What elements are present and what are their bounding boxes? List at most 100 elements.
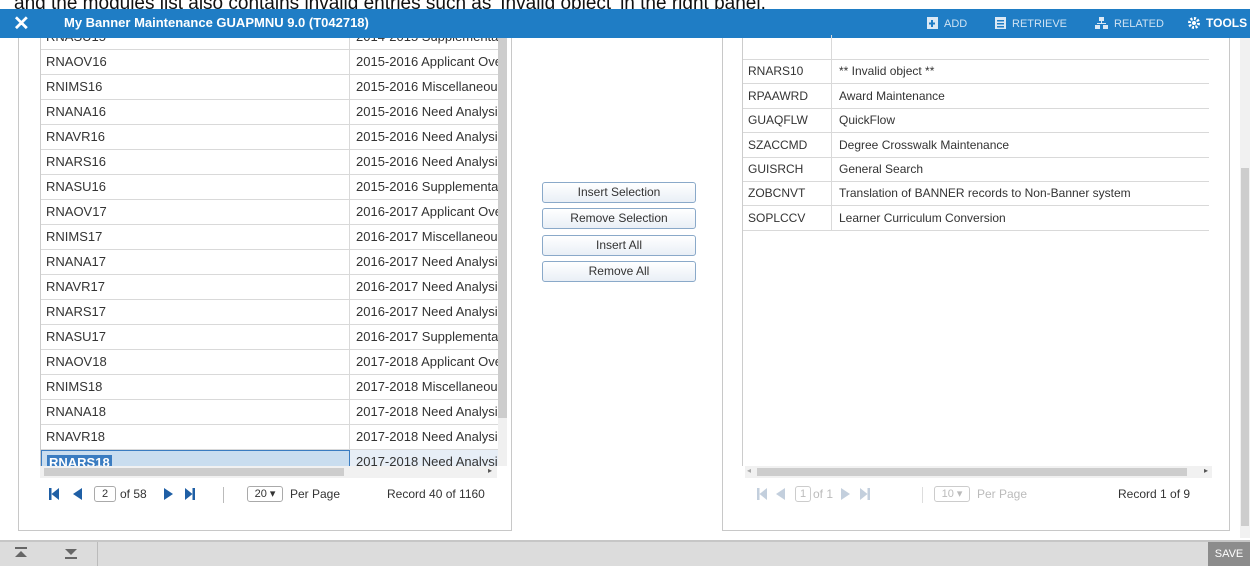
object-description-cell[interactable]: 2015-2016 Miscellaneous [350,75,498,99]
object-description-cell[interactable] [832,35,1209,59]
object-code-cell[interactable]: GUAQFLW [743,108,832,133]
table-row[interactable]: RNARS17 2016-2017 Need Analysis [41,300,507,325]
per-page-select[interactable]: 10 ▾ [934,486,970,502]
object-code-cell[interactable]: RNAOV17 [41,200,350,224]
object-code-cell[interactable]: RNAVR16 [41,125,350,149]
scroll-right-icon[interactable]: ▸ [488,466,492,475]
object-code-cell[interactable]: RNARS16 [41,150,350,174]
insert-all-button[interactable]: Insert All [542,235,696,256]
table-row[interactable]: RNAVR17 2016-2017 Need Analysis [41,275,507,300]
object-code-cell[interactable]: RNARS17 [41,300,350,324]
object-description-cell[interactable]: 2017-2018 Applicant Overview [350,350,498,374]
table-row[interactable]: GUISRCH General Search [743,157,1209,182]
object-description-cell[interactable]: 2015-2016 Need Analysis [350,100,498,124]
left-vertical-scrollbar[interactable] [498,38,507,466]
table-row[interactable]: SZACCMD Degree Crosswalk Maintenance [743,132,1209,158]
scroll-left-icon[interactable]: ◂ [747,466,751,475]
object-code-cell[interactable]: SOPLCCV [743,205,832,230]
table-row[interactable]: RNANA18 2017-2018 Need Analysis [41,400,507,425]
scroll-thumb[interactable] [44,468,344,476]
page-number-input[interactable]: 2 [94,486,116,502]
object-description-cell[interactable]: 2016-2017 Need Analysis [350,300,498,324]
object-code-cell[interactable]: RNARS10 [743,59,832,84]
object-description-cell[interactable]: QuickFlow [832,108,1209,132]
object-code-cell[interactable]: GUISRCH [743,157,832,181]
object-description-cell[interactable]: 2016-2017 Applicant Overview [350,200,498,224]
object-code-cell[interactable]: RNANA17 [41,250,350,274]
last-page-icon[interactable] [860,487,870,501]
object-code-cell[interactable]: RNAVR17 [41,275,350,299]
object-code-cell[interactable]: RNAOV16 [41,50,350,74]
object-code-cell[interactable]: RNIMS18 [41,375,350,399]
object-code-cell[interactable]: RNANA18 [41,400,350,424]
previous-page-icon[interactable] [72,487,82,501]
object-code-cell[interactable]: RNIMS17 [41,225,350,249]
object-description-cell[interactable]: 2015-2016 Need Analysis [350,125,498,149]
next-page-icon[interactable] [164,487,174,501]
scroll-thumb[interactable] [1241,168,1249,526]
object-description-cell[interactable]: Learner Curriculum Conversion [832,206,1209,230]
related-button[interactable]: RELATED [1094,16,1164,30]
insert-selection-button[interactable]: Insert Selection [542,182,696,203]
object-code-cell[interactable]: RNARS18 [41,450,350,466]
scroll-right-icon[interactable]: ▸ [1204,466,1208,475]
table-row[interactable]: RNARS16 2015-2016 Need Analysis [41,150,507,175]
object-code-cell[interactable]: SZACCMD [743,132,832,157]
retrieve-button[interactable]: RETRIEVE [994,16,1067,30]
object-code-cell[interactable]: RNASU17 [41,325,350,349]
page-vertical-scrollbar[interactable] [1240,38,1250,538]
object-code-cell[interactable]: RNANA16 [41,100,350,124]
left-horizontal-scrollbar[interactable]: ▸ [40,466,497,478]
object-description-cell[interactable]: 2015-2016 Supplemental [350,175,498,199]
table-row[interactable]: RNASU16 2015-2016 Supplemental [41,175,507,200]
object-description-cell[interactable]: 2017-2018 Need Analysis [350,425,498,449]
object-code-cell[interactable]: RNASU15 [41,38,350,49]
table-row[interactable]: RPAAWRD Award Maintenance [743,83,1209,109]
first-page-icon[interactable] [757,487,767,501]
table-row[interactable]: RNAOV16 2015-2016 Applicant Overview [41,50,507,75]
object-description-cell[interactable]: 2014-2015 Supplemental [350,38,498,49]
object-code-cell[interactable]: RNAOV18 [41,350,350,374]
object-description-cell[interactable]: General Search [832,157,1209,181]
object-description-cell[interactable]: 2017-2018 Miscellaneous [350,375,498,399]
table-row[interactable]: RNAVR18 2017-2018 Need Analysis [41,425,507,450]
object-description-cell[interactable]: 2016-2017 Supplemental [350,325,498,349]
table-row[interactable]: RNIMS18 2017-2018 Miscellaneous [41,375,507,400]
close-icon[interactable]: ✕ [13,11,30,36]
object-description-cell[interactable]: 2016-2017 Need Analysis [350,250,498,274]
scroll-thumb[interactable] [757,468,1187,476]
table-row[interactable]: RNANA16 2015-2016 Need Analysis [41,100,507,125]
scroll-thumb[interactable] [498,38,507,418]
first-record-icon[interactable] [12,546,30,560]
remove-selection-button[interactable]: Remove Selection [542,208,696,229]
save-button[interactable]: SAVE [1208,542,1250,566]
table-row[interactable]: RNIMS16 2015-2016 Miscellaneous [41,75,507,100]
object-code-cell[interactable]: ZOBCNVT [743,181,832,206]
page-number-input[interactable]: 1 [795,486,811,502]
per-page-select[interactable]: 20 ▾ [247,486,283,502]
tools-button[interactable]: TOOLS [1187,16,1247,30]
right-horizontal-scrollbar[interactable]: ◂ ▸ [745,466,1212,478]
next-page-icon[interactable] [841,487,851,501]
table-row[interactable]: RNARS10 ** Invalid object ** [743,59,1209,85]
add-button[interactable]: ADD [926,16,967,30]
table-row[interactable]: SOPLCCV Learner Curriculum Conversion [743,205,1209,231]
table-row[interactable]: RNAOV18 2017-2018 Applicant Overview [41,350,507,375]
table-row[interactable]: GUAQFLW QuickFlow [743,108,1209,134]
first-page-icon[interactable] [49,487,59,501]
previous-page-icon[interactable] [775,487,785,501]
table-row[interactable]: RNIMS17 2016-2017 Miscellaneous [41,225,507,250]
object-description-cell[interactable]: Award Maintenance [832,84,1209,108]
last-page-icon[interactable] [185,487,195,501]
object-description-cell[interactable]: Degree Crosswalk Maintenance [832,133,1209,157]
object-code-cell[interactable]: RNASU16 [41,175,350,199]
object-description-cell[interactable]: 2016-2017 Need Analysis [350,275,498,299]
table-row[interactable]: RNARS18 2017-2018 Need Analysis [41,450,507,466]
table-row[interactable]: RNASU17 2016-2017 Supplemental [41,325,507,350]
object-description-cell[interactable]: 2015-2016 Need Analysis [350,150,498,174]
table-row[interactable] [743,35,1209,60]
table-row[interactable]: ZOBCNVT Translation of BANNER records to … [743,181,1209,207]
object-description-cell[interactable]: Translation of BANNER records to Non-Ban… [832,181,1209,205]
table-row[interactable]: RNAVR16 2015-2016 Need Analysis [41,125,507,150]
object-description-cell[interactable]: 2017-2018 Need Analysis [350,400,498,424]
